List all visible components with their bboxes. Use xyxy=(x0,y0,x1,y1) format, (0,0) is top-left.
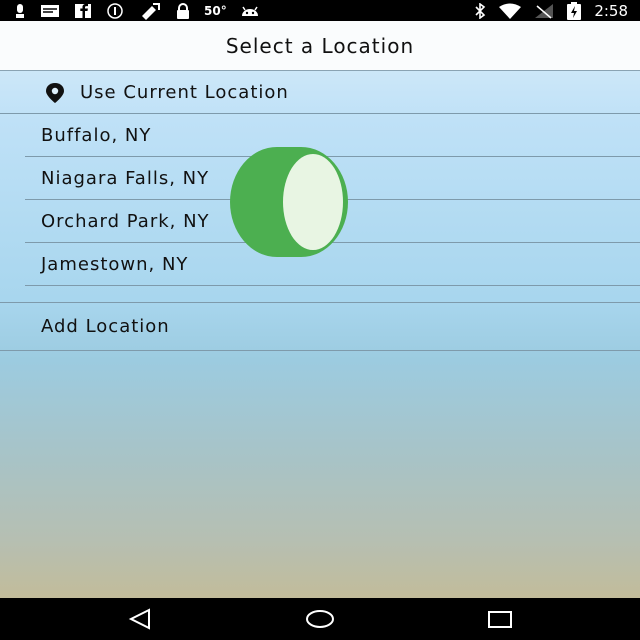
signal-icon xyxy=(534,3,554,19)
recents-icon[interactable] xyxy=(480,606,520,632)
navigation-bar xyxy=(0,598,640,640)
location-label: Jamestown, NY xyxy=(41,253,189,275)
facebook-icon xyxy=(74,3,92,19)
location-label: Buffalo, NY xyxy=(41,124,152,146)
status-bar: 50° 2:58 xyxy=(0,0,640,21)
green-toggle-blob-icon xyxy=(229,146,349,258)
battery-charging-icon xyxy=(566,1,582,20)
location-label: Orchard Park, NY xyxy=(41,210,210,232)
clock-time: 2:58 xyxy=(594,1,628,20)
message-icon xyxy=(40,3,60,19)
home-icon[interactable] xyxy=(300,606,340,632)
list-divider xyxy=(0,286,640,303)
use-current-location-item[interactable]: Use Current Location xyxy=(0,71,640,114)
location-pin-icon xyxy=(44,82,66,109)
page-title: Select a Location xyxy=(225,33,415,58)
info-icon xyxy=(106,3,124,19)
alert-icon xyxy=(14,3,26,19)
satellite-icon xyxy=(138,3,162,20)
back-icon[interactable] xyxy=(120,606,160,632)
title-bar: Select a Location xyxy=(0,21,640,71)
temperature-text: 50° xyxy=(204,4,227,18)
add-location-button[interactable]: Add Location xyxy=(0,303,640,351)
bluetooth-icon xyxy=(474,2,486,19)
wifi-icon xyxy=(498,3,522,19)
location-label: Niagara Falls, NY xyxy=(41,167,210,189)
lock-icon xyxy=(176,3,190,19)
use-current-location-label: Use Current Location xyxy=(80,81,289,103)
android-icon xyxy=(241,3,259,19)
add-location-label: Add Location xyxy=(41,316,170,337)
